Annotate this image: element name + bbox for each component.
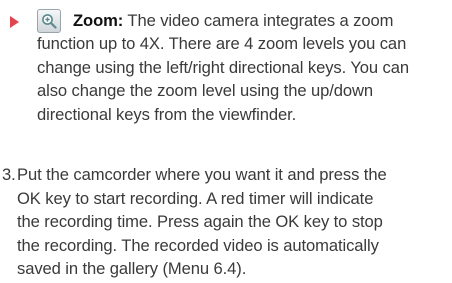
step-3-line: saved in the gallery (Menu 6.4). [17, 259, 247, 278]
step-3-text: Put the camcorder where you want it and … [17, 163, 447, 281]
step-3-line: the recording. The recorded video is aut… [17, 235, 379, 255]
manual-page: Zoom: The video camera integrates a zoom… [0, 0, 452, 283]
zoom-first-line-text: The video camera integrates a zoom [127, 11, 394, 30]
zoom-description-line: function up to 4X. There are 4 zoom leve… [37, 34, 407, 53]
zoom-description-line: change using the left/right directional … [37, 57, 409, 77]
zoom-in-icon [37, 9, 61, 33]
zoom-first-line: Zoom: The video camera integrates a zoom [73, 9, 393, 33]
zoom-description: function up to 4X. There are 4 zoom leve… [37, 32, 452, 126]
zoom-title: Zoom: [73, 11, 124, 30]
step-3-line: OK key to start recording. A red timer w… [17, 188, 374, 208]
zoom-description-line: directional keys from the viewfinder. [37, 104, 297, 124]
step-3-line: the recording time. Press again the OK k… [17, 212, 383, 231]
zoom-description-line: also change the zoom level using the up/… [37, 81, 373, 100]
bullet-arrow-icon [10, 16, 19, 28]
step-number: 3. [2, 165, 16, 184]
step-3-line: Put the camcorder where you want it and … [17, 165, 387, 184]
